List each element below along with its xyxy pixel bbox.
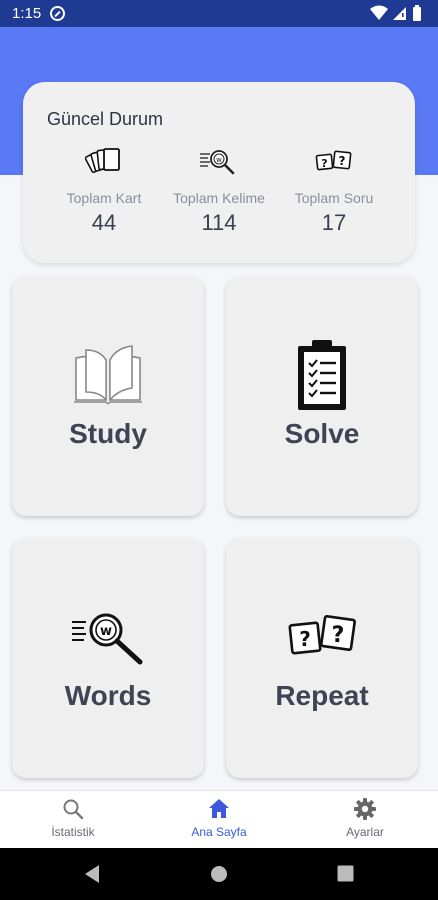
nav-label: Ana Sayfa	[191, 825, 247, 839]
nav-item-settings[interactable]: Ayarlar	[292, 797, 438, 839]
gear-icon	[354, 798, 376, 820]
home-button-icon[interactable]	[210, 865, 228, 883]
stat-label: Toplam Kelime	[173, 190, 265, 206]
question-cards-icon: ? ?	[288, 615, 356, 655]
signal-icon	[393, 7, 406, 20]
repeat-label: Repeat	[275, 680, 369, 711]
nav-item-home[interactable]: Ana Sayfa	[146, 797, 292, 839]
stat-total-cards: Toplam Kart 44	[39, 146, 169, 236]
nav-label: İstatistik	[51, 825, 95, 839]
home-icon	[209, 799, 229, 818]
solve-label: Solve	[284, 418, 360, 449]
status-icons	[370, 5, 421, 21]
question-cards-icon: ? ?	[315, 150, 352, 171]
svg-text:?: ?	[299, 627, 311, 651]
summary-title: Güncel Durum	[47, 109, 164, 129]
nav-label: Ayarlar	[346, 825, 384, 839]
study-button[interactable]: Study	[12, 276, 204, 516]
battery-icon	[413, 5, 421, 21]
words-label: Words	[64, 680, 152, 711]
stat-value: 44	[91, 210, 117, 235]
search-icon	[63, 799, 84, 820]
word-search-icon: w	[72, 613, 143, 665]
svg-text:?: ?	[332, 623, 345, 648]
bottom-navigation: İstatistik Ana Sayfa Ayarlar	[0, 790, 438, 848]
system-navigation-bar	[0, 848, 438, 900]
recents-icon[interactable]	[337, 865, 354, 882]
wifi-icon	[370, 5, 388, 20]
svg-text:w: w	[216, 156, 222, 164]
repeat-button[interactable]: ? ? Repeat	[226, 538, 418, 778]
study-label: Study	[69, 418, 147, 449]
cards-icon	[85, 148, 120, 174]
clipboard-checklist-icon	[298, 340, 346, 410]
word-search-icon: w	[200, 150, 235, 175]
stat-value: 114	[201, 210, 237, 235]
book-icon	[74, 345, 142, 405]
status-bar: 1:15	[0, 0, 438, 27]
back-icon[interactable]	[83, 864, 101, 884]
svg-text:?: ?	[339, 154, 346, 168]
summary-card: Güncel Durum Toplam Kart 44 w Toplam Kel…	[23, 82, 415, 263]
stat-label: Toplam Kart	[66, 190, 142, 206]
words-button[interactable]: w Words	[12, 538, 204, 778]
stat-value: 17	[321, 210, 347, 235]
svg-text:?: ?	[321, 157, 327, 170]
do-not-disturb-icon	[50, 6, 65, 21]
svg-text:w: w	[100, 624, 112, 639]
status-time: 1:15	[12, 5, 42, 22]
stat-total-words: w Toplam Kelime 114	[154, 146, 284, 236]
solve-button[interactable]: Solve	[226, 276, 418, 516]
stat-label: Toplam Soru	[294, 190, 374, 206]
stat-total-questions: ? ? Toplam Soru 17	[269, 146, 399, 236]
nav-item-statistics[interactable]: İstatistik	[0, 797, 146, 839]
